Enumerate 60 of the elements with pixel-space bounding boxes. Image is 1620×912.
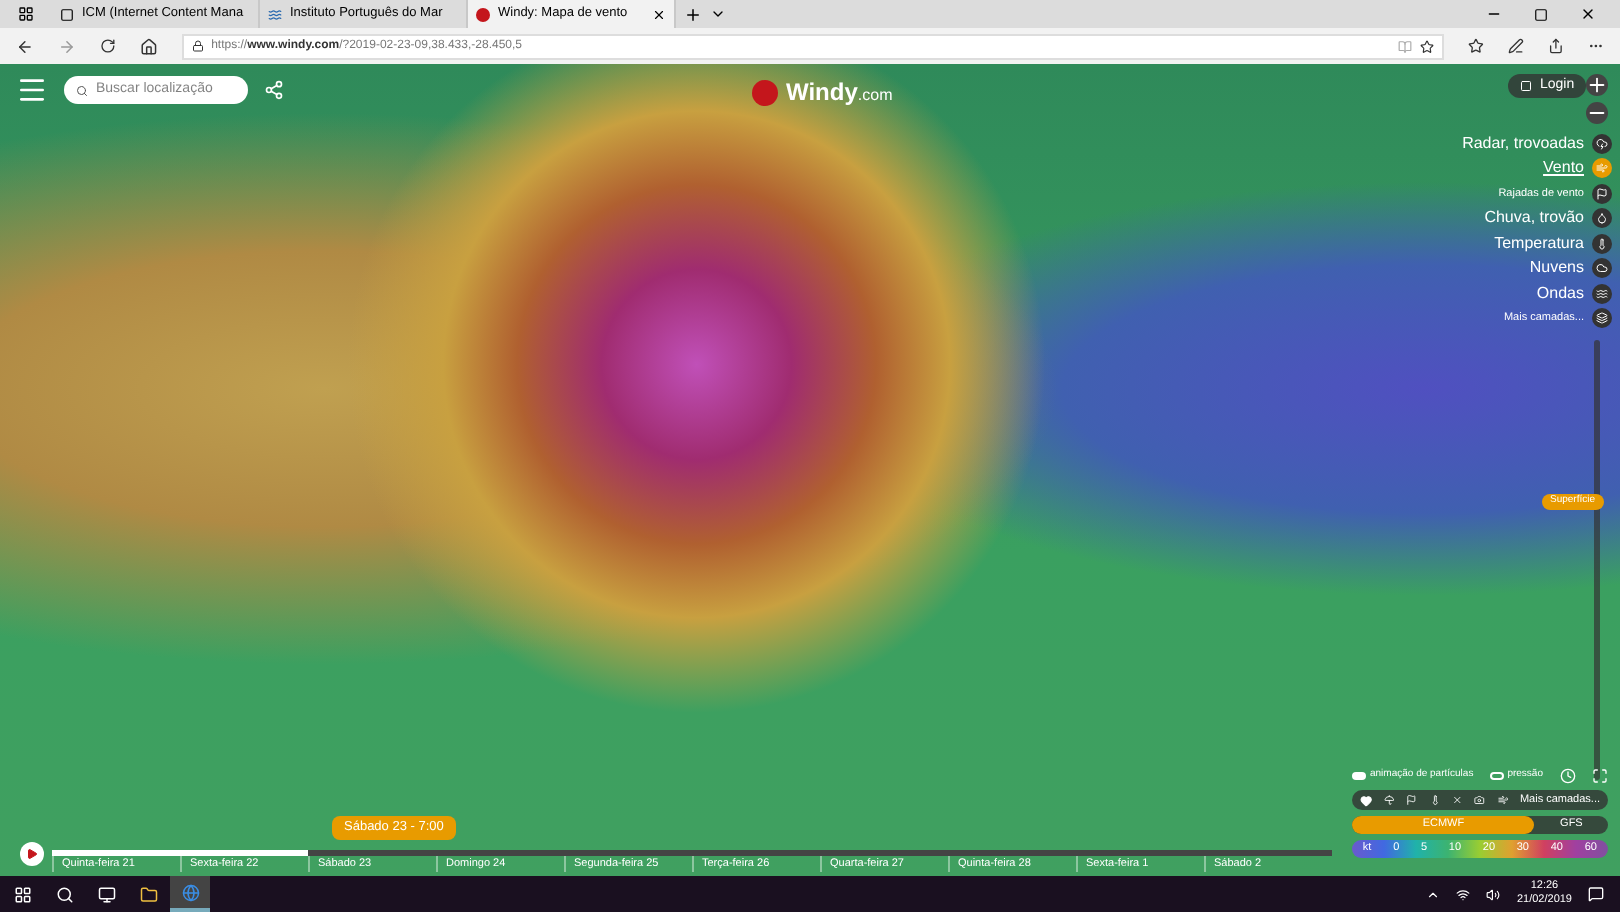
- home-icon[interactable]: [139, 37, 158, 55]
- chevron-icon[interactable]: [710, 6, 726, 22]
- layer-item[interactable]: Ondas: [1536, 281, 1584, 306]
- toggle-switch[interactable]: [1489, 772, 1504, 780]
- fullscreen-icon[interactable]: [1591, 768, 1607, 784]
- toggle-switch[interactable]: [1352, 772, 1366, 780]
- notifications-icon[interactable]: [1588, 886, 1604, 902]
- login-icon: [1520, 80, 1532, 92]
- folder-icon[interactable]: [140, 885, 158, 903]
- search-icon: [76, 83, 88, 97]
- zoom-out-icon[interactable]: [1586, 102, 1608, 124]
- layer-icon[interactable]: [1592, 208, 1612, 229]
- wind-icon[interactable]: [1497, 794, 1508, 806]
- clock-icon[interactable]: [1559, 768, 1575, 784]
- play-icon: [26, 848, 38, 860]
- refresh-icon[interactable]: [99, 38, 116, 54]
- layer-item[interactable]: Nuvens: [1529, 256, 1584, 281]
- windy-favicon-icon: [476, 7, 490, 21]
- thermometer-icon[interactable]: [1429, 794, 1441, 806]
- new-tab-icon[interactable]: [684, 5, 702, 23]
- network-icon[interactable]: [1456, 887, 1471, 901]
- logo-text: Windy.com: [786, 76, 893, 110]
- timeline-track[interactable]: [52, 850, 1332, 856]
- lock-icon: [191, 40, 204, 52]
- layer-item[interactable]: Vento: [1543, 156, 1584, 181]
- altitude-slider-track[interactable]: [1594, 340, 1600, 780]
- page-favicon-icon: [60, 7, 74, 21]
- browser-taskbar-button[interactable]: [170, 876, 210, 912]
- share-icon[interactable]: [1548, 38, 1565, 54]
- back-icon[interactable]: [16, 37, 34, 55]
- chevron-icon[interactable]: [1426, 887, 1441, 901]
- task-view-icon[interactable]: [98, 885, 116, 903]
- close-icon[interactable]: [652, 7, 666, 21]
- star-icon[interactable]: [1420, 39, 1435, 53]
- umbrella-icon[interactable]: [1384, 794, 1395, 806]
- camera-icon[interactable]: [1474, 794, 1486, 806]
- cross-icon[interactable]: [1452, 794, 1463, 806]
- favorites-icon[interactable]: [1468, 38, 1485, 54]
- layer-item[interactable]: Temperatura: [1494, 231, 1584, 256]
- zoom-in-icon[interactable]: [1586, 74, 1608, 96]
- close-icon[interactable]: [1580, 6, 1596, 22]
- layer-icon[interactable]: [1592, 258, 1612, 279]
- layer-icon[interactable]: [1592, 233, 1612, 254]
- search-icon[interactable]: [56, 885, 74, 903]
- flag-icon[interactable]: [1406, 794, 1418, 806]
- maximize-icon[interactable]: [1534, 7, 1548, 21]
- layer-item[interactable]: Radar, trovoadas: [1462, 131, 1584, 156]
- layer-item[interactable]: Chuva, trovão: [1484, 206, 1584, 231]
- menu-icon[interactable]: [16, 74, 48, 106]
- layer-icon[interactable]: [1592, 308, 1612, 329]
- layer-icon[interactable]: [1592, 133, 1612, 154]
- wave-favicon-icon: [268, 7, 282, 21]
- volume-icon[interactable]: [1486, 887, 1501, 901]
- layer-icon[interactable]: [1592, 283, 1612, 304]
- heart-icon[interactable]: [1360, 793, 1373, 807]
- layer-icon[interactable]: [1592, 183, 1612, 204]
- pen-icon[interactable]: [1508, 38, 1525, 54]
- forward-icon[interactable]: [57, 37, 76, 55]
- windy-logo-icon: [752, 79, 778, 105]
- play-button[interactable]: [20, 842, 44, 866]
